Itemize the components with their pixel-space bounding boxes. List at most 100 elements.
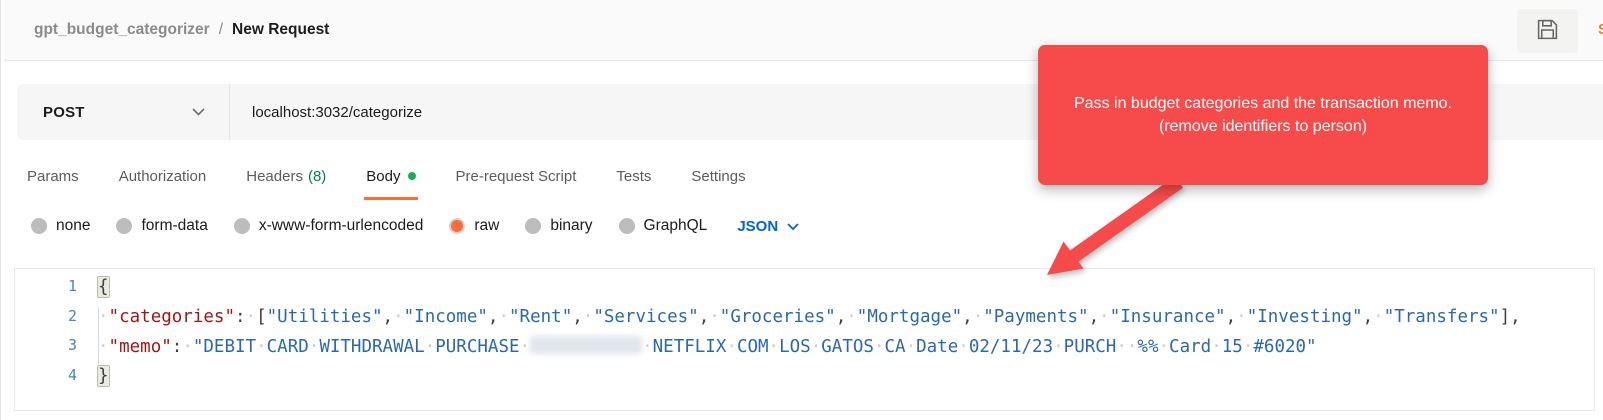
whitespace-dot: ·: [1243, 337, 1254, 357]
body-type-form-data[interactable]: form-data: [116, 217, 207, 235]
code-token: {: [98, 277, 109, 297]
whitespace-dot: ·: [906, 337, 917, 357]
unsaved-changes-dot: [408, 172, 416, 180]
whitespace-dot: ·: [256, 337, 267, 357]
tab-params[interactable]: Params: [27, 152, 79, 200]
code-token: "Income": [404, 307, 488, 327]
tab-label: Tests: [616, 168, 651, 185]
breadcrumb: gpt_budget_categorizer / New Request: [4, 21, 329, 39]
indent-guide: [98, 307, 99, 367]
tab-tests[interactable]: Tests: [616, 152, 651, 200]
body-type-binary[interactable]: binary: [525, 217, 592, 235]
code-token: NETFLIX: [653, 337, 727, 357]
code-token: "Utilities": [267, 307, 383, 327]
save-button[interactable]: [1517, 9, 1578, 53]
line-number: 1: [15, 277, 77, 307]
code-token: ,: [1363, 307, 1374, 327]
whitespace-dot: ·: [309, 337, 320, 357]
line-number: 2: [15, 307, 77, 337]
code-token: %%: [1137, 337, 1158, 357]
code-token: "Transfers": [1384, 307, 1500, 327]
code-token: ,: [383, 307, 394, 327]
code-token: LOS: [779, 337, 811, 357]
body-type-graphql[interactable]: GraphQL: [619, 217, 708, 235]
body-type-label: x-www-form-urlencoded: [259, 217, 424, 235]
code-token: PURCHASE: [435, 337, 519, 357]
code-token: "Insurance": [1110, 307, 1226, 327]
code-token: [: [256, 307, 267, 327]
body-type-none[interactable]: none: [31, 217, 90, 235]
url-input[interactable]: [252, 104, 852, 121]
code-token: "Rent": [509, 307, 572, 327]
code-token: :: [235, 307, 246, 327]
tab-authorization[interactable]: Authorization: [119, 152, 207, 200]
language-selector[interactable]: JSON: [737, 218, 799, 235]
tab-label: Pre-request Script: [456, 168, 577, 185]
body-type-x-www-form-urlencoded[interactable]: x-www-form-urlencoded: [234, 217, 424, 235]
raw-body-editor[interactable]: 1{2·"categories":·["Utilities",·"Income"…: [14, 268, 1595, 411]
whitespace-dot: ·: [1211, 337, 1222, 357]
whitespace-dot: ·: [1236, 307, 1247, 327]
tab-headers[interactable]: Headers (8): [246, 152, 326, 200]
breadcrumb-request-title[interactable]: New Request: [232, 21, 329, 39]
chevron-down-icon: [192, 103, 205, 121]
whitespace-dot: ·: [642, 337, 653, 357]
annotation-text: Pass in budget categories and the transa…: [1067, 92, 1459, 138]
whitespace-dot: ·: [98, 337, 109, 357]
whitespace-dot: ·: [583, 307, 594, 327]
radio-icon: [234, 218, 250, 234]
code-token: "Mortgage": [857, 307, 962, 327]
tab-body[interactable]: Body: [366, 152, 415, 200]
code-content: ·"categories":·["Utilities",·"Income",·"…: [98, 307, 1521, 337]
annotation-box: Pass in budget categories and the transa…: [1038, 45, 1488, 185]
code-line[interactable]: 3 ·"memo":·"DEBIT·CARD·WITHDRAWAL·PURCHAS…: [15, 336, 1594, 366]
whitespace-dot: ·: [726, 337, 737, 357]
radio-icon: [449, 218, 465, 234]
code-token: ,: [699, 307, 710, 327]
code-token: }: [98, 366, 109, 386]
body-type-label: binary: [550, 217, 592, 235]
divider: [229, 84, 230, 140]
breadcrumb-collection[interactable]: gpt_budget_categorizer: [34, 21, 210, 39]
code-token: #6020": [1253, 337, 1316, 357]
code-lines: 1{2·"categories":·["Utilities",·"Income"…: [15, 277, 1594, 395]
code-token: "categories": [109, 307, 235, 327]
code-token: WITHDRAWAL: [319, 337, 424, 357]
body-type-raw[interactable]: raw: [449, 217, 499, 235]
whitespace-dot: ·: [1159, 337, 1170, 357]
whitespace-dot: ·: [769, 337, 780, 357]
request-tabs: Params Authorization Headers (8) Body Pre-req…: [11, 152, 746, 200]
whitespace-dot: ·: [425, 337, 436, 357]
whitespace-dot: ·: [846, 307, 857, 327]
body-type-label: raw: [474, 217, 499, 235]
method-dropdown[interactable]: POST: [17, 84, 229, 140]
code-token: PURCH: [1064, 337, 1117, 357]
redacted-text: [530, 336, 642, 354]
code-token: ,: [962, 307, 973, 327]
code-content: ·"memo":·"DEBIT·CARD·WITHDRAWAL·PURCHASE…: [98, 336, 1317, 366]
code-line[interactable]: 1{: [15, 277, 1594, 307]
tab-label: Body: [366, 168, 400, 185]
tab-label: Headers: [246, 168, 303, 185]
code-token: ,: [1226, 307, 1237, 327]
whitespace-dot: ·: [1053, 337, 1064, 357]
postman-request-window: gpt_budget_categorizer / New Request S P…: [0, 0, 1603, 420]
code-token: Card: [1169, 337, 1211, 357]
tab-label: Settings: [691, 168, 745, 185]
body-type-label: none: [56, 217, 90, 235]
whitespace-dot: ·: [1373, 307, 1384, 327]
code-line[interactable]: 4}: [15, 366, 1594, 396]
line-number: 3: [15, 336, 77, 366]
code-line[interactable]: 2·"categories":·["Utilities",·"Income",·…: [15, 307, 1594, 337]
tab-pre-request-script[interactable]: Pre-request Script: [456, 152, 577, 200]
line-number: 4: [15, 366, 77, 396]
body-type-label: form-data: [141, 217, 207, 235]
chevron-down-icon: [787, 218, 799, 235]
whitespace-dot: ··: [1116, 337, 1137, 357]
tab-settings[interactable]: Settings: [691, 152, 745, 200]
language-selector-value: JSON: [737, 218, 778, 235]
code-token: 15: [1222, 337, 1243, 357]
tab-count-badge: (8): [308, 168, 326, 185]
body-type-options: none form-data x-www-form-urlencoded raw bin…: [11, 202, 799, 250]
whitespace-dot: ·: [709, 307, 720, 327]
